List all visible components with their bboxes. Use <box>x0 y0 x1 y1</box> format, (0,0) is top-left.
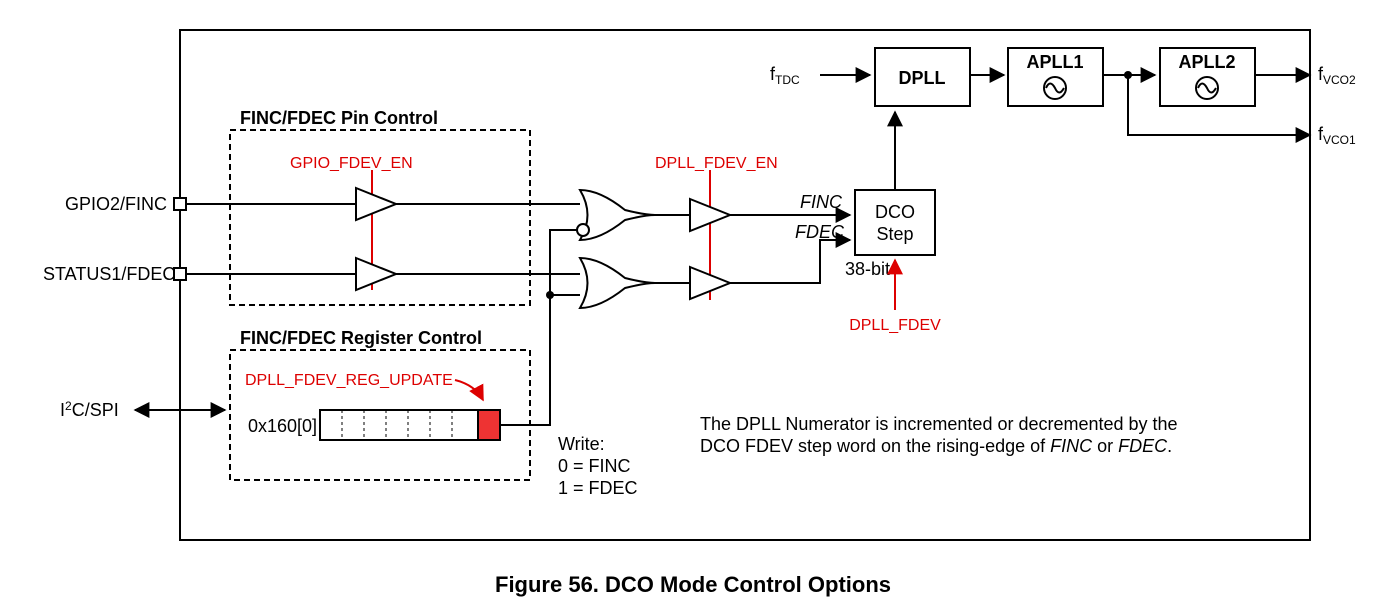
status1-label: STATUS1/FDEC <box>43 264 175 284</box>
or-gate-top <box>580 190 655 240</box>
write-0: 0 = FINC <box>558 456 631 476</box>
apll2-label: APLL2 <box>1178 52 1235 72</box>
fdec-sig: FDEC <box>795 222 845 242</box>
reg-update-arrow <box>455 380 483 400</box>
reg-to-or-top <box>550 230 577 295</box>
dpll-fdev-en: DPLL_FDEV_EN <box>655 155 778 172</box>
fvco2-label: fVCO2 <box>1318 64 1356 87</box>
chip-outline <box>180 30 1310 540</box>
finc-sig: FINC <box>800 192 843 212</box>
buffer-fdec-1 <box>356 258 396 290</box>
dco-step-block <box>855 190 935 255</box>
fdec-to-dco <box>730 240 850 283</box>
apll1-label: APLL1 <box>1026 52 1083 72</box>
register-icon <box>320 410 500 440</box>
dpll-label: DPLL <box>899 68 946 88</box>
dco-step-label1: DCO <box>875 202 915 222</box>
pin-control-title: FINC/FDEC Pin Control <box>240 108 438 128</box>
gpio-fdev-en: GPIO_FDEV_EN <box>290 155 413 172</box>
reg-control-title: FINC/FDEC Register Control <box>240 328 482 348</box>
or-gate-bottom <box>580 258 655 308</box>
gpio2-label: GPIO2/FINC <box>65 194 167 214</box>
register-lsb-icon <box>478 410 500 440</box>
write-1: 1 = FDEC <box>558 478 638 498</box>
write-label: Write: <box>558 434 605 454</box>
ftdc-label: fTDC <box>770 64 800 87</box>
reg-update: DPLL_FDEV_REG_UPDATE <box>245 372 453 389</box>
reg-addr: 0x160[0] <box>248 416 317 436</box>
i2c-label: I2C/SPI <box>60 399 119 420</box>
invert-bubble-icon <box>577 224 589 236</box>
reg-out-up <box>500 295 550 425</box>
dco-bits: 38-bit <box>845 259 890 279</box>
fvco1-label: fVCO1 <box>1318 124 1356 147</box>
dpll-fdev-label: DPLL_FDEV <box>849 317 941 334</box>
buffer-finc-1 <box>356 188 396 220</box>
gpio2-pad-icon <box>174 198 186 210</box>
dco-step-label2: Step <box>876 224 913 244</box>
status1-pad-icon <box>174 268 186 280</box>
note-line2: DCO FDEV step word on the rising-edge of… <box>700 436 1172 456</box>
note-line1: The DPLL Numerator is incremented or dec… <box>700 414 1178 434</box>
figure-caption: Figure 56. DCO Mode Control Options <box>495 572 891 597</box>
